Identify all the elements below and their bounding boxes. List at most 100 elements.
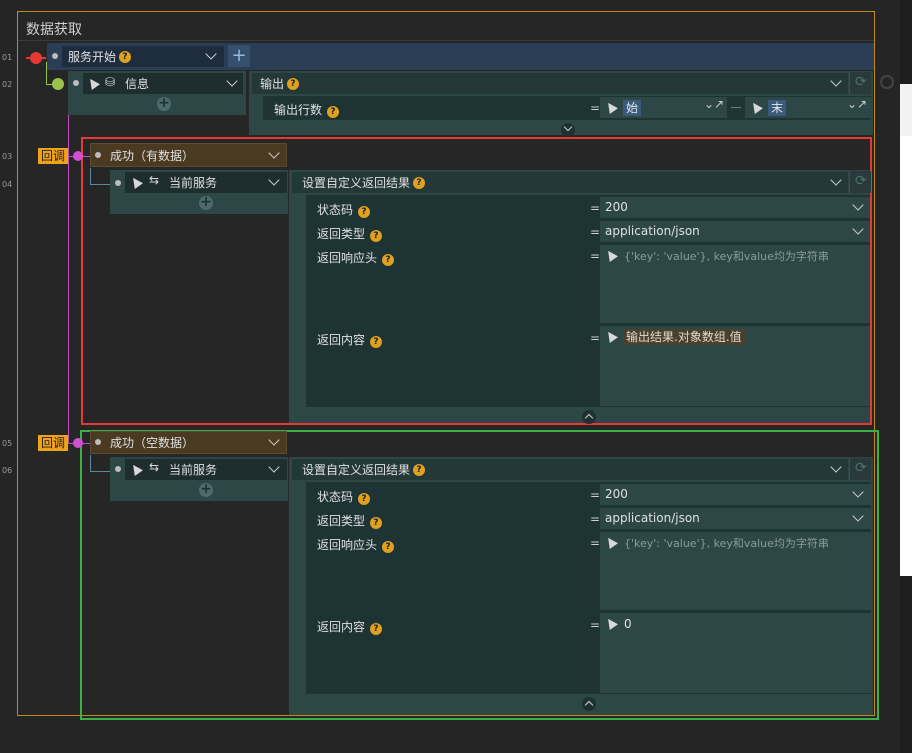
line-number: 06 <box>2 466 13 475</box>
help-icon[interactable]: ? <box>382 254 395 266</box>
action-dropdown[interactable]: 设置自定义返回结果 ? <box>292 172 848 193</box>
help-icon[interactable]: ? <box>413 463 426 476</box>
callback-marker[interactable] <box>73 151 83 161</box>
content-label: 返回内容? <box>317 331 383 348</box>
equals-sign: = <box>590 201 601 215</box>
end-field[interactable]: 末 ⌄↗ <box>745 97 871 118</box>
headers-input[interactable]: {'key': 'value'}, key和value均为字符串 <box>600 245 870 323</box>
help-icon[interactable]: ? <box>370 336 383 348</box>
drag-handle[interactable] <box>52 53 58 59</box>
headers-label: 返回响应头? <box>317 249 395 266</box>
content-tag: 输出结果.对象数组.值 <box>623 329 745 345</box>
cursor-icon <box>129 462 143 476</box>
output-label: 输出 <box>260 77 285 91</box>
expand-icon[interactable]: ⌄↗ <box>704 97 724 111</box>
return-type-select[interactable]: application/json <box>600 221 870 242</box>
success-data-dropdown[interactable]: 成功（有数据） <box>90 143 287 167</box>
add-step-button[interactable]: + <box>199 195 213 210</box>
drag-handle[interactable] <box>73 80 79 86</box>
drag-handle[interactable] <box>95 152 101 158</box>
collapse-output-button[interactable] <box>561 122 575 137</box>
action-dropdown[interactable]: 设置自定义返回结果 ? <box>292 459 848 480</box>
output-row-count-label: 输出行数? <box>274 101 340 118</box>
expand-icon[interactable]: ⌄↗ <box>847 97 867 111</box>
cursor-icon <box>129 175 143 189</box>
help-icon[interactable]: ? <box>287 77 300 90</box>
cursor-icon <box>604 535 618 549</box>
output-dropdown[interactable]: 输出 ? <box>252 73 848 94</box>
callback-marker[interactable] <box>73 438 83 448</box>
collapse-button[interactable] <box>582 697 596 711</box>
help-icon[interactable]: ? <box>358 206 371 218</box>
start-field[interactable]: 始 ⌄↗ <box>600 97 727 118</box>
help-icon[interactable]: ? <box>327 106 340 118</box>
line-number: 01 <box>2 53 13 62</box>
return-type-label: 返回类型? <box>317 512 383 529</box>
service-label: 当前服务 <box>169 176 218 190</box>
return-type-label: 返回类型? <box>317 225 383 242</box>
help-icon[interactable]: ? <box>358 493 371 505</box>
refresh-icon[interactable] <box>849 171 871 193</box>
cursor-icon <box>604 100 618 114</box>
status-code-select[interactable]: 200 <box>600 197 870 218</box>
add-step-button[interactable]: + <box>157 96 171 111</box>
headers-placeholder: {'key': 'value'}, key和value均为字符串 <box>624 250 829 263</box>
add-node-button[interactable]: + <box>228 45 250 67</box>
refresh-icon[interactable] <box>849 458 871 480</box>
right-edge-panel <box>900 84 912 136</box>
chevron-up-icon <box>584 700 594 710</box>
chevron-up-icon <box>584 413 594 423</box>
equals-sign: = <box>590 249 601 263</box>
start-tag: 始 <box>623 100 642 116</box>
range-dash <box>731 107 741 108</box>
drag-handle[interactable] <box>115 180 121 186</box>
cursor-icon <box>86 76 100 90</box>
equals-sign: = <box>590 512 601 526</box>
right-edge-panel-lower <box>900 136 912 576</box>
help-icon[interactable]: ? <box>370 623 383 635</box>
drag-handle[interactable] <box>95 439 101 445</box>
refresh-icon[interactable] <box>849 72 871 94</box>
info-dropdown[interactable]: ⛁ 信息 <box>83 73 243 94</box>
line-number: 05 <box>2 439 13 448</box>
window-title: 数据获取 <box>26 22 82 38</box>
cursor-icon <box>604 616 618 630</box>
help-icon[interactable]: ? <box>370 517 383 529</box>
root-dropdown[interactable]: 服务开始 ? <box>62 46 224 67</box>
cursor-icon <box>749 100 763 114</box>
cursor-icon <box>604 248 618 262</box>
help-icon[interactable]: ? <box>370 230 383 242</box>
content-value: 0 <box>624 617 632 631</box>
add-step-button[interactable]: + <box>199 482 213 497</box>
headers-label: 返回响应头? <box>317 536 395 553</box>
collapse-button[interactable] <box>582 410 596 424</box>
callback-badge: 回调 <box>38 148 69 164</box>
equals-sign: = <box>590 536 601 550</box>
target-icon[interactable] <box>880 75 894 89</box>
content-input[interactable]: 输出结果.对象数组.值 <box>600 326 870 406</box>
drag-handle[interactable] <box>115 466 121 472</box>
info-node-marker[interactable] <box>52 78 64 90</box>
equals-sign: = <box>590 488 601 502</box>
status-code-label: 状态码? <box>317 488 371 505</box>
callback-badge: 回调 <box>38 435 69 451</box>
headers-placeholder: {'key': 'value'}, key和value均为字符串 <box>624 537 829 550</box>
status-code-select[interactable]: 200 <box>600 484 871 505</box>
help-icon[interactable]: ? <box>413 176 426 189</box>
equals-sign: = <box>590 101 601 115</box>
return-type-select[interactable]: application/json <box>600 508 871 529</box>
help-icon[interactable]: ? <box>119 50 132 63</box>
success-data-label: 成功（有数据） <box>110 148 195 163</box>
service-dropdown[interactable]: ⇆ 当前服务 <box>125 172 287 193</box>
success-empty-label: 成功（空数据） <box>110 436 195 450</box>
help-icon[interactable]: ? <box>382 541 395 553</box>
success-empty-dropdown[interactable]: 成功（空数据） <box>90 431 287 454</box>
root-node-marker-bar <box>26 57 46 59</box>
swap-icon: ⇆ <box>149 460 160 474</box>
equals-sign: = <box>590 331 601 345</box>
service-dropdown[interactable]: ⇆ 当前服务 <box>125 459 287 480</box>
headers-input[interactable]: {'key': 'value'}, key和value均为字符串 <box>600 532 871 610</box>
line-number: 03 <box>2 152 13 161</box>
equals-sign: = <box>590 618 601 632</box>
content-input[interactable]: 0 <box>600 613 871 693</box>
